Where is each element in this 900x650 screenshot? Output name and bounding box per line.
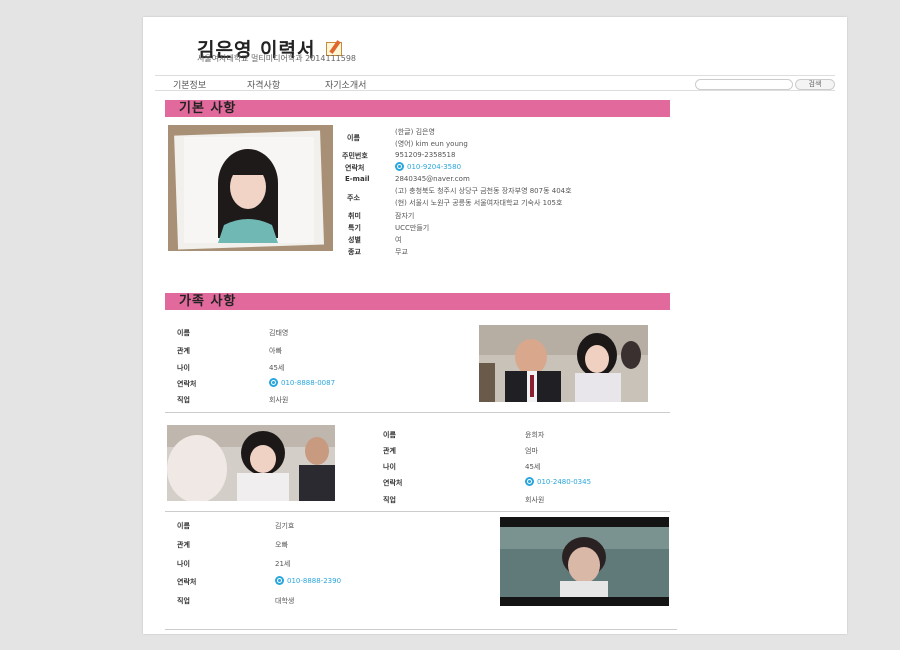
top-nav: 기본정보 자격사항 자기소개서 검색 [155,75,835,91]
hobby-label: 취미 [348,212,361,220]
family-photo-father [479,325,648,402]
address-current: (현) 서울시 노원구 공릉동 서울여자대학교 기숙사 105호 [395,199,563,207]
family-divider-1 [165,412,670,413]
page-bottom-divider [165,629,677,630]
member-phone-label: 연락처 [177,380,197,388]
family-section-title: 가족 사항 [179,294,237,309]
member-age-label: 나이 [383,463,396,471]
basic-info-section-header: 기본 사항 [165,100,670,117]
member-age: 45세 [269,364,285,372]
member-age-label: 나이 [177,364,190,372]
name-label: 이름 [347,134,360,142]
skype-icon [275,576,284,585]
skype-icon [395,162,404,171]
member-phone-number: 010-8888-2390 [287,576,342,585]
member-relation-label: 관계 [177,347,190,355]
religion-value: 무교 [395,248,408,256]
member-relation: 아빠 [269,347,282,355]
ssn-value: 951209-2358518 [395,151,456,159]
member-job: 대학생 [275,597,295,605]
skill-value: UCC만들기 [395,224,430,232]
search-input[interactable] [695,79,793,90]
skype-icon [269,378,278,387]
nav-item-qualifications[interactable]: 자격사항 [247,78,280,91]
member-job: 회사원 [525,496,545,504]
family-photo-mother [167,425,335,501]
member-relation-label: 관계 [383,447,396,455]
member-name: 김태영 [269,329,289,337]
family-photo-brother [500,517,669,606]
member-phone-number: 010-8888-0087 [281,378,336,387]
resume-page: 김은영 이력서 서울여자대학교 멀티미디어학과 2014111598 기본정보 … [143,17,847,634]
religion-label: 종교 [348,248,361,256]
name-korean: (한글) 김은영 [395,128,435,136]
email-value: 2840345@naver.com [395,175,470,183]
member-name-label: 이름 [177,522,190,530]
member-phone[interactable]: 010-2480-0345 [525,477,591,486]
member-name-label: 이름 [177,329,190,337]
phone-number: 010-9204-3580 [407,162,462,171]
profile-photo [168,125,333,251]
address-home: (고) 충청북도 청주시 상당구 금천동 장자부영 807동 404호 [395,187,572,195]
member-phone[interactable]: 010-8888-2390 [275,576,341,585]
name-english: (영어) kim eun young [395,140,468,148]
member-relation-label: 관계 [177,541,190,549]
family-divider-2 [165,511,670,512]
nav-item-basic-info[interactable]: 기본정보 [173,78,206,91]
basic-info-section-title: 기본 사항 [179,101,237,116]
member-name: 윤희자 [525,431,545,439]
member-name-label: 이름 [383,431,396,439]
nav-item-self-introduction[interactable]: 자기소개서 [325,78,366,91]
page-subtitle: 서울여자대학교 멀티미디어학과 2014111598 [197,54,357,63]
gender-value: 여 [395,236,402,244]
member-job: 회사원 [269,396,289,404]
member-phone-label: 연락처 [383,479,403,487]
phone-value[interactable]: 010-9204-3580 [395,162,461,171]
member-age: 45세 [525,463,541,471]
member-phone-label: 연락처 [177,578,197,586]
address-label: 주소 [347,194,360,202]
member-relation: 오빠 [275,541,288,549]
family-section-header: 가족 사항 [165,293,670,310]
member-relation: 엄마 [525,447,538,455]
member-name: 김기효 [275,522,295,530]
member-job-label: 직업 [177,597,190,605]
member-age: 21세 [275,560,291,568]
member-job-label: 직업 [383,496,396,504]
ssn-label: 주민번호 [342,152,368,160]
search-button[interactable]: 검색 [795,79,835,90]
phone-label: 연락처 [345,164,365,172]
gender-label: 성별 [348,236,361,244]
member-phone[interactable]: 010-8888-0087 [269,378,335,387]
hobby-value: 잠자기 [395,212,415,220]
member-age-label: 나이 [177,560,190,568]
email-label: E-mail [345,175,370,183]
member-phone-number: 010-2480-0345 [537,477,592,486]
skype-icon [525,477,534,486]
skill-label: 특기 [348,224,361,232]
member-job-label: 직업 [177,396,190,404]
